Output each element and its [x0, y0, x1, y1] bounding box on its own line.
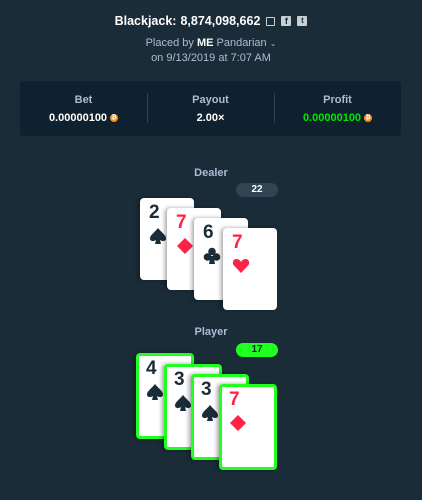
spade-suit-icon [201, 404, 219, 422]
bet-stat: Bet 0.00000100 ₿ [20, 81, 147, 136]
heart-suit-icon [232, 257, 250, 275]
facebook-icon[interactable]: f [281, 16, 292, 26]
spade-suit-icon [174, 394, 192, 412]
bet-id: 8,874,098,662 [180, 14, 261, 28]
spade-suit-icon [146, 383, 164, 401]
profit-stat: Profit 0.00000100 ₿ [274, 81, 401, 136]
card-rank: 6 [203, 222, 214, 243]
game-name: Blackjack: [114, 14, 177, 28]
payout-value: 2.00× [196, 112, 225, 124]
club-suit-icon [203, 247, 221, 265]
profit-label: Profit [323, 94, 352, 106]
payout-value-row: 2.00× [147, 112, 274, 124]
card-rank: 3 [174, 369, 185, 390]
chevron-down-icon[interactable]: ⌄ [270, 39, 277, 48]
player-score-badge: 17 [236, 343, 278, 357]
bet-timestamp: on 9/13/2019 at 7:07 AM [151, 52, 271, 64]
bitcoin-icon: ₿ [110, 114, 119, 122]
twitter-icon[interactable]: t [297, 16, 308, 26]
placed-prefix: Placed by [145, 37, 194, 49]
diamond-suit-icon [229, 414, 247, 432]
bet-value: 0.00000100 [48, 112, 108, 124]
bitcoin-icon: ₿ [364, 114, 373, 122]
bet-stats-panel: Bet 0.00000100 ₿ Payout 2.00× Profit 0.0… [20, 81, 401, 136]
bet-header: Blackjack: 8,874,098,662 f t Placed by M… [0, 14, 422, 64]
dealer-label: Dealer [194, 167, 228, 179]
spade-suit-icon [149, 227, 167, 245]
profit-value-row: 0.00000100 ₿ [274, 112, 401, 124]
bet-value-row: 0.00000100 ₿ [20, 112, 147, 124]
player-card: 7 [219, 384, 277, 470]
card-rank: 7 [232, 232, 243, 253]
placed-by: Placed by ME Pandarian ⌄ [0, 37, 422, 49]
payout-stat: Payout 2.00× [147, 81, 274, 136]
username-tag: ME [196, 37, 214, 49]
card-rank: 2 [149, 202, 160, 223]
bet-label: Bet [74, 94, 93, 106]
diamond-suit-icon [176, 237, 194, 255]
card-rank: 7 [176, 212, 187, 233]
dealer-card: 7 [223, 228, 277, 310]
dealer-score-badge: 22 [236, 183, 278, 197]
card-rank: 7 [229, 389, 240, 410]
payout-label: Payout [192, 94, 229, 106]
copy-icon[interactable] [266, 16, 276, 26]
profit-value: 0.00000100 [302, 112, 362, 124]
card-rank: 4 [146, 358, 157, 379]
username[interactable]: Pandarian [217, 37, 267, 49]
player-label: Player [194, 326, 228, 338]
card-rank: 3 [201, 379, 212, 400]
bet-title: Blackjack: 8,874,098,662 f t [0, 14, 422, 28]
